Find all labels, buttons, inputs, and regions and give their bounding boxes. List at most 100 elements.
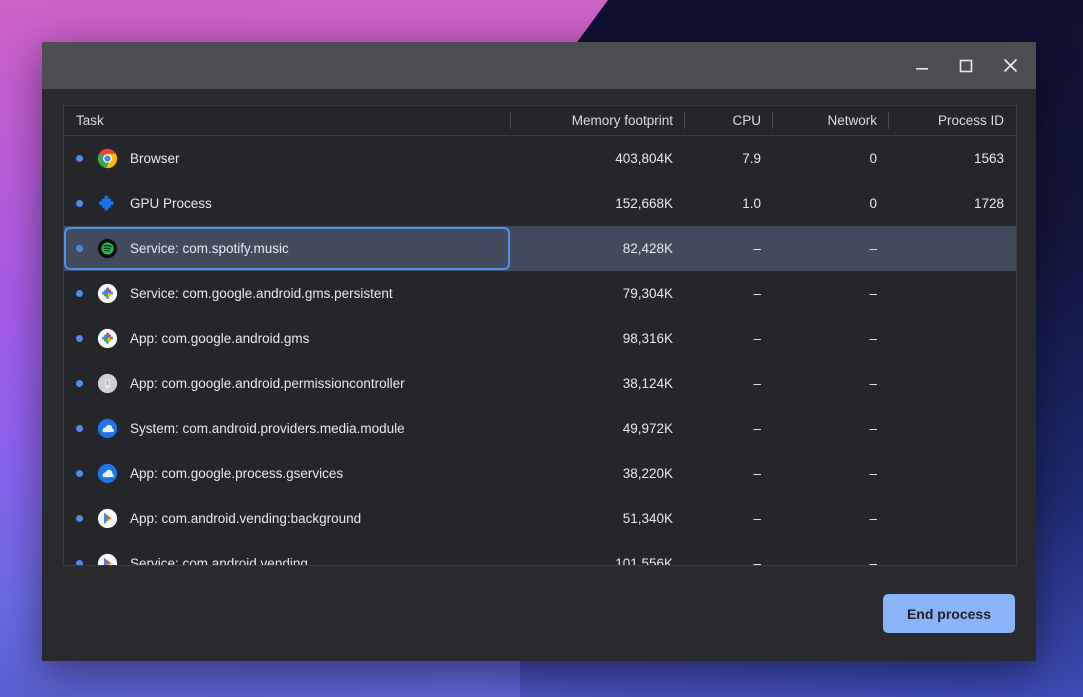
status-dot-icon: [76, 245, 83, 252]
table-row[interactable]: App: com.google.android.permissioncontro…: [64, 361, 1016, 406]
minimize-button[interactable]: [900, 42, 944, 89]
cell-cpu: –: [684, 421, 772, 436]
cell-memory: 98,316K: [510, 331, 684, 346]
cell-cpu-value: –: [753, 466, 761, 481]
task-table: Task Memory footprint CPU Network Proces…: [63, 105, 1017, 566]
cell-process-id-value: 1563: [973, 151, 1004, 166]
cell-network: –: [772, 421, 888, 436]
task-name-label: Service: com.android.vending: [130, 556, 308, 566]
cell-network: –: [772, 466, 888, 481]
play-store-icon: [97, 508, 118, 529]
cell-memory-value: 38,124K: [622, 376, 673, 391]
cell-cpu-value: –: [753, 331, 761, 346]
cell-memory-value: 49,972K: [622, 421, 673, 436]
cell-network: –: [772, 511, 888, 526]
cell-network-value: –: [869, 286, 877, 301]
status-dot-icon: [76, 155, 83, 162]
cell-cpu: –: [684, 331, 772, 346]
cell-cpu: –: [684, 376, 772, 391]
cell-memory: 79,304K: [510, 286, 684, 301]
cell-network-value: 0: [869, 196, 877, 211]
table-row[interactable]: Service: com.android.vending 101,556K – –: [64, 541, 1016, 566]
close-button[interactable]: [988, 42, 1032, 89]
cell-network-value: –: [869, 376, 877, 391]
puzzle-piece-icon: [97, 193, 118, 214]
cell-task: App: com.google.process.gservices: [64, 463, 510, 484]
window-titlebar[interactable]: [42, 42, 1036, 89]
cell-network-value: –: [869, 556, 877, 566]
status-dot-icon: [76, 380, 83, 387]
cell-cpu-value: 1.0: [742, 196, 761, 211]
column-header-memory[interactable]: Memory footprint: [510, 106, 684, 135]
cell-memory-value: 38,220K: [622, 466, 673, 481]
cell-cpu-value: 7.9: [742, 151, 761, 166]
cell-network-value: –: [869, 331, 877, 346]
table-row[interactable]: GPU Process 152,668K 1.0 0 1728: [64, 181, 1016, 226]
status-dot-icon: [76, 200, 83, 207]
table-row[interactable]: App: com.android.vending:background 51,34…: [64, 496, 1016, 541]
cell-network: –: [772, 376, 888, 391]
task-name-label: App: com.android.vending:background: [130, 511, 362, 526]
task-name-label: App: com.google.process.gservices: [130, 466, 344, 481]
table-row[interactable]: Browser 403,804K 7.9 0 1563: [64, 136, 1016, 181]
task-name-label: Service: com.spotify.music: [130, 241, 289, 256]
cell-network: 0: [772, 151, 888, 166]
task-name-label: App: com.google.android.gms: [130, 331, 310, 346]
cell-cpu-value: –: [753, 286, 761, 301]
cell-cpu-value: –: [753, 376, 761, 391]
maximize-icon: [959, 59, 973, 72]
cell-memory: 38,220K: [510, 466, 684, 481]
cell-network: –: [772, 286, 888, 301]
column-header-task[interactable]: Task: [64, 106, 510, 135]
cell-memory: 51,340K: [510, 511, 684, 526]
end-process-button[interactable]: End process: [882, 594, 1015, 633]
cell-memory-value: 79,304K: [622, 286, 673, 301]
table-row[interactable]: Service: com.google.android.gms.persiste…: [64, 271, 1016, 316]
task-name-label: App: com.google.android.permissioncontro…: [130, 376, 405, 391]
cell-cpu: –: [684, 241, 772, 256]
cell-network: –: [772, 331, 888, 346]
cell-cpu: 7.9: [684, 151, 772, 166]
cell-task: GPU Process: [64, 193, 510, 214]
table-row[interactable]: Service: com.spotify.music 82,428K – –: [64, 226, 1016, 271]
cell-memory-value: 98,316K: [622, 331, 673, 346]
cell-task: Service: com.spotify.music: [64, 238, 510, 259]
table-row[interactable]: System: com.android.providers.media.modu…: [64, 406, 1016, 451]
column-header-network-label: Network: [827, 113, 877, 128]
play-store-icon: [97, 553, 118, 565]
cell-cpu: –: [684, 286, 772, 301]
chrome-icon: [97, 148, 118, 169]
table-body[interactable]: Browser 403,804K 7.9 0 1563 GPU Process 152,66…: [64, 136, 1016, 566]
cell-cpu: –: [684, 556, 772, 565]
close-icon: [1003, 58, 1017, 73]
cell-memory-value: 51,340K: [622, 511, 673, 526]
task-name-label: Service: com.google.android.gms.persiste…: [130, 286, 393, 301]
cell-task: Browser: [64, 148, 510, 169]
column-header-cpu-label: CPU: [732, 113, 761, 128]
cell-process-id: 1728: [888, 196, 1016, 211]
maximize-button[interactable]: [944, 42, 988, 89]
column-header-cpu[interactable]: CPU: [684, 106, 772, 135]
column-header-pid-label: Process ID: [937, 113, 1004, 128]
cell-memory-value: 152,668K: [615, 196, 673, 211]
cell-network-value: –: [869, 421, 877, 436]
spotify-icon: [97, 238, 118, 259]
cell-memory: 38,124K: [510, 376, 684, 391]
column-header-pid[interactable]: Process ID: [888, 106, 1016, 135]
table-row[interactable]: App: com.google.process.gservices 38,220K…: [64, 451, 1016, 496]
column-header-network[interactable]: Network: [772, 106, 888, 135]
permission-controller-icon: [97, 373, 118, 394]
cell-memory-value: 403,804K: [615, 151, 673, 166]
cell-memory-value: 101,556K: [615, 556, 673, 566]
status-dot-icon: [76, 425, 83, 432]
cell-cpu-value: –: [753, 421, 761, 436]
task-name-label: GPU Process: [130, 196, 212, 211]
table-row[interactable]: App: com.google.android.gms 98,316K – –: [64, 316, 1016, 361]
cell-memory: 403,804K: [510, 151, 684, 166]
cell-memory: 152,668K: [510, 196, 684, 211]
task-manager-window: Task Memory footprint CPU Network Proces…: [42, 42, 1036, 661]
cell-memory-value: 82,428K: [622, 241, 673, 256]
media-module-icon: [97, 418, 118, 439]
table-header-row: Task Memory footprint CPU Network Proces…: [64, 106, 1016, 136]
cell-network-value: –: [869, 241, 877, 256]
